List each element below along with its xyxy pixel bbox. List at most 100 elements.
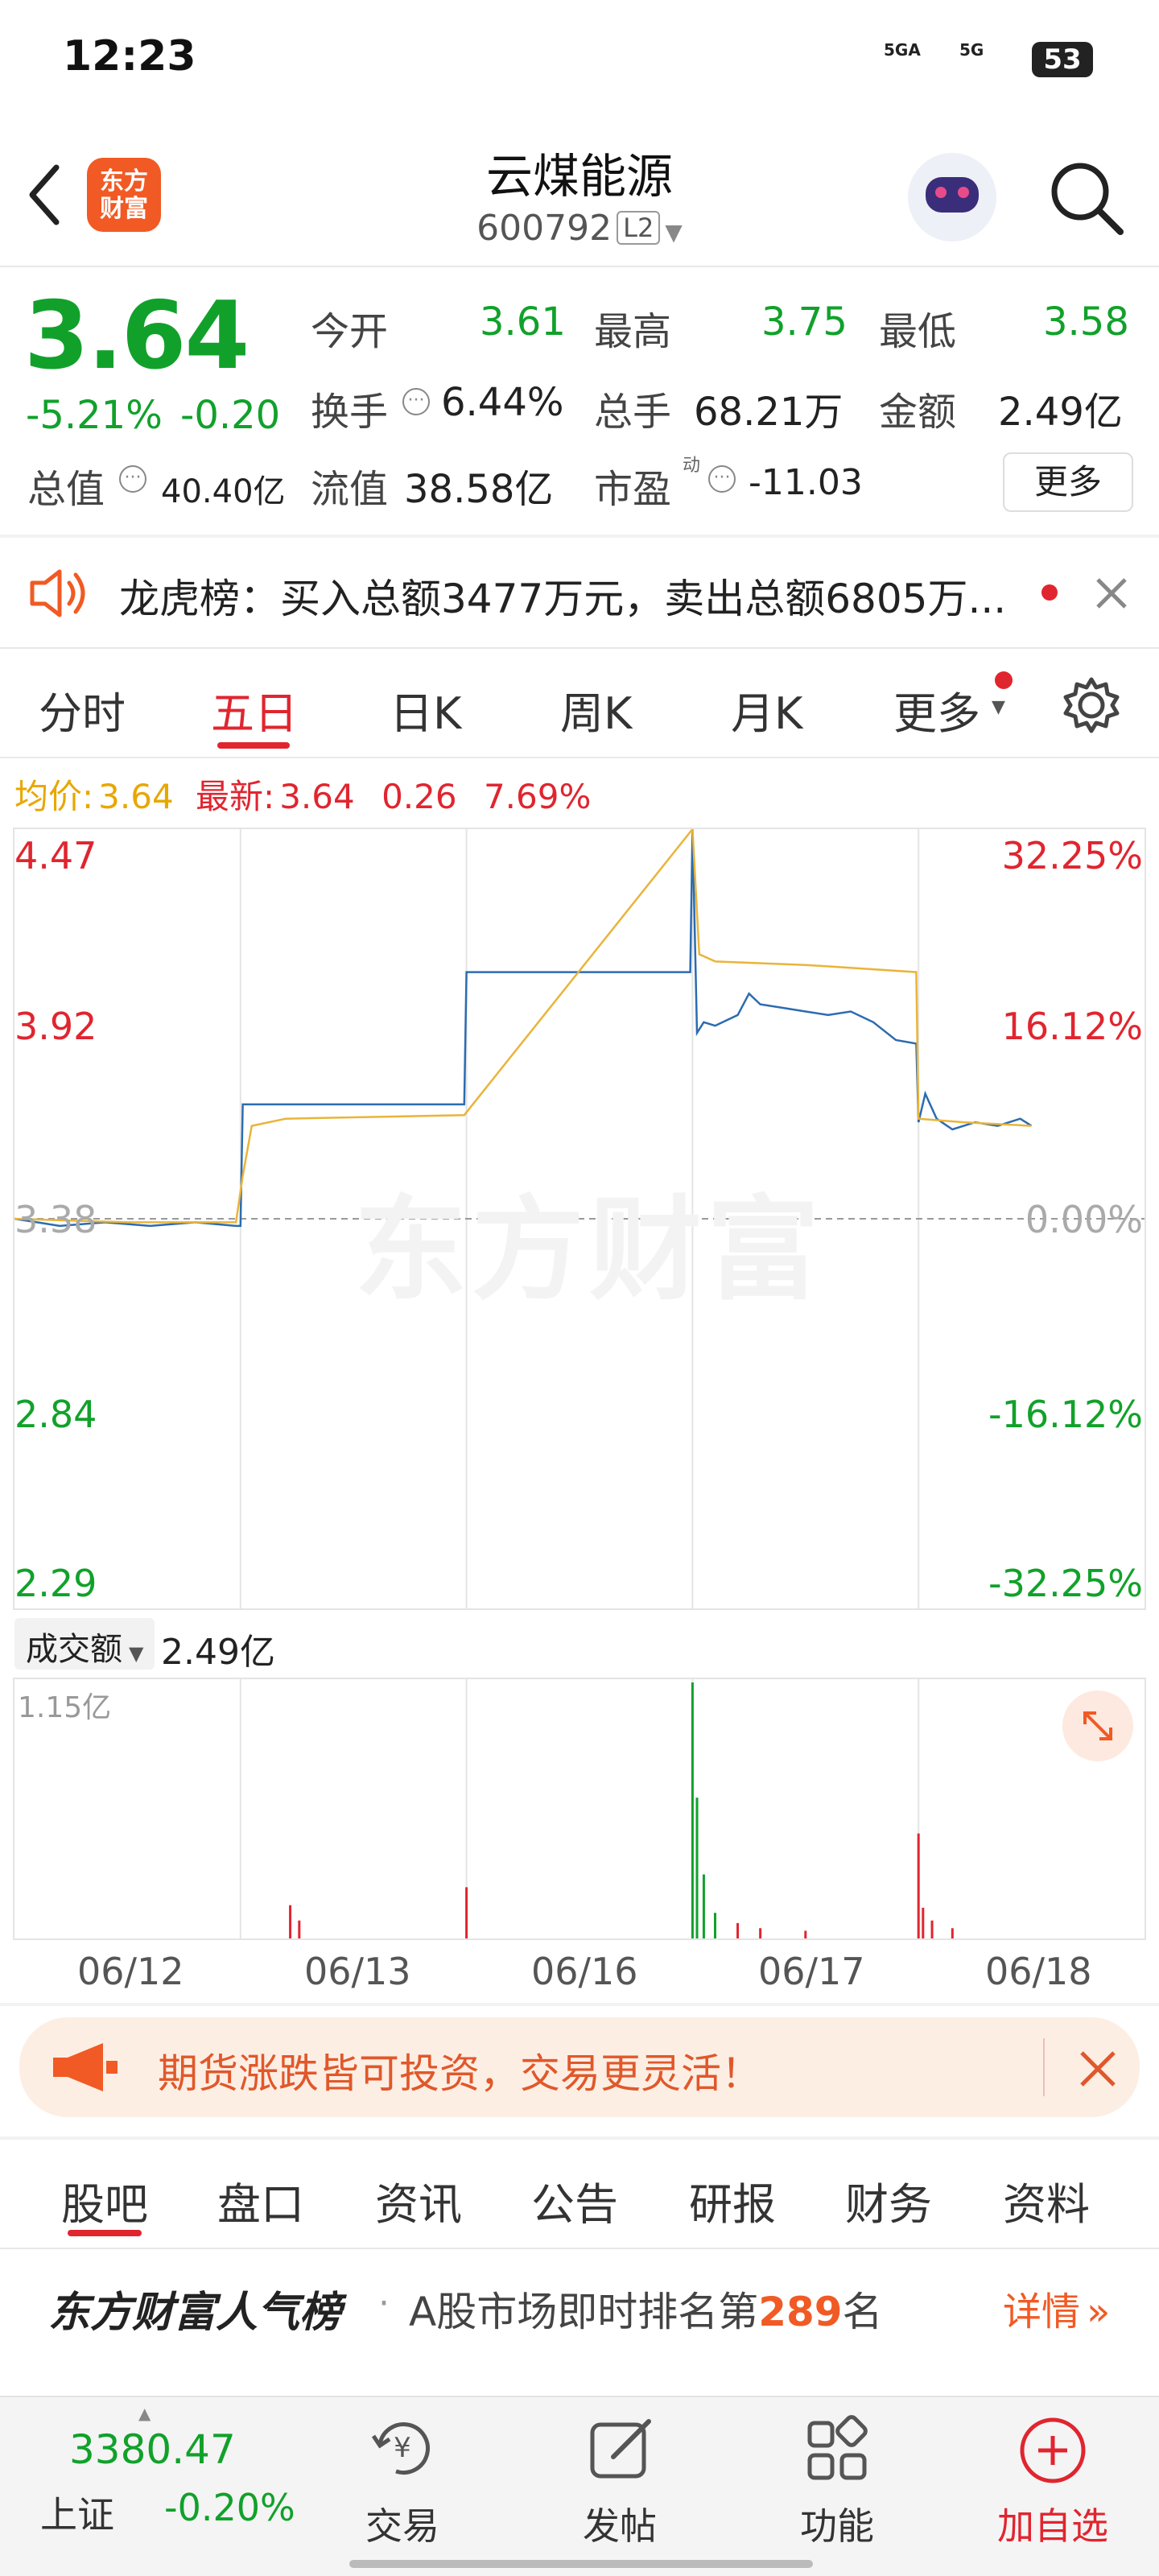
index-value[interactable]: 3380.47 — [69, 2426, 236, 2473]
volume-chart[interactable]: 1.15亿 — [13, 1678, 1146, 1940]
divider — [0, 266, 1159, 267]
y-tick-left: 4.47 — [14, 834, 97, 877]
rank-number: 289 — [758, 2289, 843, 2335]
divider — [0, 647, 1159, 649]
svg-text:¥: ¥ — [394, 2432, 411, 2464]
tab-announcements[interactable]: 公告 — [531, 2169, 618, 2232]
trade-yuan-icon: ¥ — [371, 2422, 430, 2475]
volume-bar — [951, 1928, 954, 1938]
rank-prefix: A股市场即时排名第 — [409, 2289, 759, 2335]
close-icon[interactable] — [1093, 575, 1130, 612]
content-tabs: 股吧 盘口 资讯 公告 研报 财务 资料 — [0, 2141, 1159, 2246]
x-tick: 06/12 — [77, 1950, 184, 1993]
diff-percent: 7.69% — [483, 777, 592, 816]
edit-post-icon — [590, 2419, 651, 2479]
divider — [1043, 2038, 1045, 2096]
amount-label: 金额 — [879, 390, 957, 435]
change-percent: -5.21% — [26, 393, 163, 438]
network-5ga-icon: 5GA — [884, 40, 921, 60]
latest-value: 3.64 — [279, 777, 355, 816]
volume-bar — [930, 1920, 934, 1938]
volume-metric-label: 成交额 — [26, 1631, 122, 1668]
tab-news[interactable]: 资讯 — [375, 2169, 462, 2232]
unread-dot — [995, 671, 1013, 689]
volume-bar — [702, 1874, 705, 1938]
tab-profile[interactable]: 资料 — [1003, 2169, 1090, 2232]
rank-text: A股市场即时排名第289名 — [409, 2280, 883, 2338]
tab-five-day[interactable]: 五日 — [211, 678, 298, 741]
info-icon[interactable]: ··· — [119, 465, 146, 493]
divider — [0, 2003, 1159, 2006]
trade-button[interactable]: ¥ 交易 — [322, 2412, 483, 2550]
volume-metric-selector[interactable]: 成交额 ▼ — [14, 1618, 155, 1670]
expand-icon[interactable] — [1061, 1689, 1135, 1763]
tab-financials[interactable]: 财务 — [845, 2169, 932, 2232]
popularity-title: 东方财富人气榜 — [48, 2289, 342, 2337]
amount-value: 2.49亿 — [998, 390, 1123, 435]
info-icon[interactable]: ··· — [708, 465, 736, 493]
robot-assistant-icon[interactable] — [908, 153, 996, 242]
tab-intraday[interactable]: 分时 — [39, 678, 126, 741]
y-tick-right: 32.25% — [1001, 834, 1143, 877]
volume-bar — [298, 1920, 301, 1938]
pe-dynamic-marker: 动 — [683, 456, 701, 476]
volume-bar — [917, 1833, 920, 1938]
post-button[interactable]: 发帖 — [539, 2412, 700, 2550]
trade-label: 交易 — [365, 2504, 439, 2548]
turnover-label: 换手 — [311, 390, 389, 435]
stock-header: 东方财富 云煤能源 600792 L2 ▼ — [0, 121, 1159, 266]
volume-bar — [289, 1905, 292, 1938]
popularity-ranking-row[interactable]: 东方财富人气榜 · A股市场即时排名第289名 详情» — [0, 2251, 1159, 2363]
y-tick-left: 3.92 — [14, 1005, 97, 1048]
volume-max-label: 1.15亿 — [18, 1691, 112, 1724]
tab-monthly-k[interactable]: 月K — [731, 678, 802, 741]
high-label: 最高 — [594, 309, 672, 354]
y-tick-right: -32.25% — [988, 1562, 1143, 1605]
tab-stock-forum[interactable]: 股吧 — [61, 2169, 148, 2232]
tab-more[interactable]: 更多 — [893, 678, 980, 741]
pe-value: -11.03 — [749, 462, 863, 503]
tab-research[interactable]: 研报 — [689, 2169, 776, 2232]
pe-label: 市盈 — [594, 467, 672, 512]
tab-daily-k[interactable]: 日K — [390, 678, 461, 741]
post-label: 发帖 — [583, 2504, 657, 2548]
settings-gear-icon[interactable] — [1059, 673, 1124, 737]
close-icon[interactable] — [1077, 2048, 1119, 2090]
dropdown-arrow-icon: ▼ — [992, 697, 1005, 717]
mktcap-value: 40.40亿 — [161, 473, 286, 510]
x-tick: 06/13 — [304, 1950, 411, 1993]
functions-button[interactable]: 功能 — [757, 2412, 918, 2550]
volume-label: 总手 — [594, 390, 672, 435]
search-icon[interactable] — [1046, 158, 1127, 238]
add-watchlist-button[interactable]: 加自选 — [972, 2412, 1133, 2550]
details-link[interactable]: 详情» — [1003, 2280, 1110, 2336]
avg-value: 3.64 — [98, 777, 174, 816]
futures-promo-banner[interactable]: 期货涨跌皆可投资，交易更灵活！ — [19, 2017, 1140, 2117]
volume-bar — [804, 1930, 807, 1938]
volume-bar — [691, 1682, 694, 1938]
divider — [0, 757, 1159, 758]
volume-bar — [713, 1913, 716, 1938]
info-icon[interactable]: ··· — [402, 388, 430, 415]
dragon-tiger-notice[interactable]: 龙虎榜：买入总额3477万元，卖出总额6805万... — [0, 538, 1159, 647]
index-name: 上证 — [40, 2493, 114, 2537]
battery-icon: 53 — [1032, 42, 1093, 77]
dropdown-arrow-icon: ▼ — [665, 219, 683, 246]
more-quote-button[interactable]: 更多 — [1003, 452, 1133, 512]
change-amount: -0.20 — [180, 393, 281, 438]
mktcap-label: 总值 — [27, 467, 105, 512]
status-time: 12:23 — [63, 32, 196, 80]
megaphone-icon — [53, 2043, 118, 2091]
tab-order-book[interactable]: 盘口 — [217, 2169, 304, 2232]
avg-label: 均价: — [14, 777, 94, 816]
tab-weekly-k[interactable]: 周K — [560, 678, 632, 741]
notice-text: 龙虎榜：买入总额3477万元，卖出总额6805万... — [119, 576, 1007, 622]
volume-bar — [695, 1798, 699, 1938]
promo-text: 期货涨跌皆可投资，交易更灵活！ — [158, 2050, 761, 2097]
separator-dot: · — [378, 2283, 390, 2324]
y-tick-right: 0.00% — [1025, 1198, 1143, 1241]
rank-suffix: 名 — [842, 2289, 883, 2335]
details-label: 详情 — [1003, 2289, 1081, 2334]
x-tick: 06/16 — [531, 1950, 638, 1993]
volume-bar — [465, 1887, 468, 1938]
